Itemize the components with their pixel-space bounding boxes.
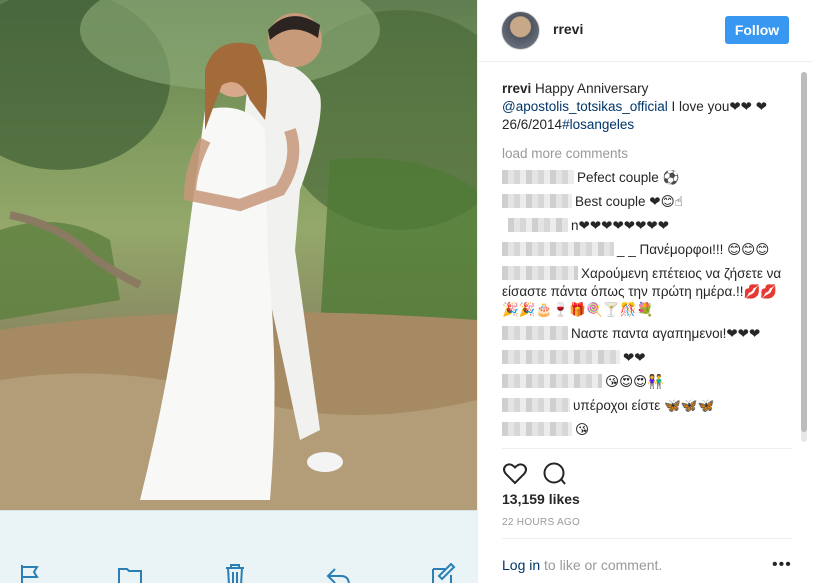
comment-item: Best couple ❤😊☝ (502, 193, 792, 211)
post-username[interactable]: rrevi (553, 21, 583, 37)
post-actions: 13,159 likes 22 HOURS AGO (502, 448, 792, 528)
flag-icon[interactable] (17, 563, 43, 583)
comment-text: 😘 (575, 422, 590, 437)
blurred-username (502, 326, 568, 340)
comment-text: Ναστε παντα αγαπημενοι!❤❤❤ (571, 326, 761, 341)
post-photo (0, 0, 477, 510)
trash-icon[interactable] (222, 563, 248, 583)
avatar[interactable] (501, 11, 540, 50)
comment-item: 😘 (502, 421, 792, 439)
comment-item: Χαρούμενη επέτειος να ζήσετε να είσαστε … (502, 265, 792, 319)
caption-mention[interactable]: @apostolis_totsikas_official (502, 99, 668, 114)
post-details-panel: rrevi Follow rrevi Happy Anniversary @ap… (477, 0, 813, 583)
blurred-username (502, 242, 614, 256)
likes-count[interactable]: 13,159 likes (502, 491, 580, 507)
post-footer: Log in to like or comment. ••• (502, 538, 792, 573)
comment-item: 😘😍😍👫 (502, 373, 792, 391)
caption-username[interactable]: rrevi (502, 81, 531, 96)
comment-item: ❤❤ (502, 349, 792, 367)
caption-hashtag[interactable]: #losangeles (562, 117, 634, 132)
comments-list: rrevi Happy Anniversary @apostolis_totsi… (502, 80, 792, 440)
folder-icon[interactable] (117, 563, 143, 583)
blurred-username (502, 350, 620, 364)
heart-icon[interactable] (502, 461, 528, 487)
more-options-icon[interactable]: ••• (772, 556, 792, 574)
compose-icon[interactable] (430, 562, 456, 583)
blurred-username (502, 170, 574, 184)
blurred-username (502, 398, 570, 412)
comment-text: Pefect couple ⚽ (577, 170, 680, 185)
comment-text: ❤❤ (623, 350, 646, 365)
blurred-username (508, 218, 568, 232)
scrollbar-thumb[interactable] (801, 72, 807, 432)
comment-item: _ _ Πανέμορφοι!!! 😊😊😊 (502, 241, 792, 259)
comment-item: n❤❤❤❤❤❤❤❤ (502, 217, 792, 235)
post-timestamp: 22 HOURS AGO (502, 517, 581, 528)
comment-item: υπέροχοι είστε 🦋🦋🦋 (502, 397, 792, 415)
comments-scrollbar[interactable] (801, 72, 807, 442)
caption: rrevi Happy Anniversary @apostolis_totsi… (502, 80, 792, 134)
caption-text: Happy Anniversary (531, 81, 649, 96)
comment-icon[interactable] (542, 461, 568, 487)
follow-button[interactable]: Follow (725, 16, 789, 44)
reply-icon[interactable] (325, 563, 351, 583)
comment-item: Pefect couple ⚽ (502, 169, 792, 187)
comment-text: υπέροχοι είστε 🦋🦋🦋 (573, 398, 715, 413)
login-prompt: Log in to like or comment. (502, 557, 662, 573)
blurred-username (502, 374, 602, 388)
blurred-username (502, 266, 578, 280)
mail-toolbar (0, 510, 477, 583)
login-suffix: to like or comment. (540, 557, 663, 573)
load-more-comments[interactable]: load more comments (502, 145, 792, 163)
photo-illustration (0, 0, 477, 510)
comment-text: _ _ Πανέμορφοι!!! 😊😊😊 (617, 242, 770, 257)
blurred-username (502, 422, 572, 436)
instagram-post-window: rrevi Follow rrevi Happy Anniversary @ap… (0, 0, 813, 583)
comment-text: 😘😍😍👫 (605, 374, 665, 389)
comment-item: Ναστε παντα αγαπημενοι!❤❤❤ (502, 325, 792, 343)
login-link[interactable]: Log in (502, 557, 540, 573)
blurred-username (502, 194, 572, 208)
comment-text: n❤❤❤❤❤❤❤❤ (571, 218, 670, 233)
post-header: rrevi Follow (478, 0, 813, 62)
comment-text: Best couple ❤😊☝ (575, 194, 683, 209)
